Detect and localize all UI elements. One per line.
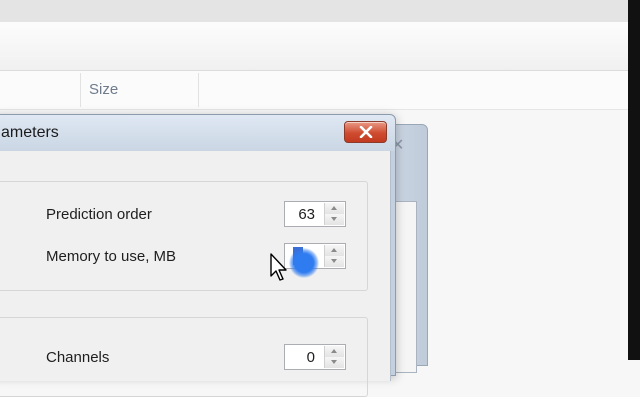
- screen-edge: [628, 0, 640, 360]
- close-icon: [359, 126, 373, 138]
- spin-down-button[interactable]: [325, 214, 344, 225]
- column-header-size[interactable]: Size: [89, 81, 118, 98]
- channels-spinner[interactable]: 0: [284, 344, 346, 370]
- explorer-toolbar: [0, 22, 640, 71]
- chevron-down-icon: [331, 217, 337, 221]
- memory-label: Memory to use, MB: [46, 248, 177, 265]
- chevron-up-icon: [331, 206, 337, 210]
- explorer-titlebar: [0, 0, 640, 22]
- column-separator[interactable]: [198, 73, 199, 107]
- spinner-buttons: [324, 245, 344, 267]
- dialog-title: ameters: [1, 124, 59, 141]
- spinner-buttons: [324, 346, 344, 368]
- prediction-order-label: Prediction order: [46, 206, 152, 223]
- dialog-client-area: Prediction order 63 Memory to use, MB Ch…: [0, 151, 391, 397]
- click-highlight: [289, 248, 319, 278]
- channels-label: Channels: [46, 349, 110, 366]
- spinner-buttons: [324, 203, 344, 225]
- spin-down-button[interactable]: [325, 256, 344, 267]
- spin-down-button[interactable]: [325, 357, 344, 368]
- mouse-cursor-icon: [270, 253, 287, 281]
- prediction-order-value[interactable]: 63: [298, 206, 315, 223]
- chevron-down-icon: [331, 259, 337, 263]
- background-dialog-panel: [395, 201, 417, 373]
- chevron-up-icon: [331, 248, 337, 252]
- chevron-up-icon: [331, 349, 337, 353]
- parameters-dialog: ameters Prediction order 63 Memory to us…: [0, 114, 396, 397]
- channels-value[interactable]: 0: [307, 349, 315, 366]
- prediction-order-spinner[interactable]: 63: [284, 201, 346, 227]
- close-button[interactable]: [344, 121, 387, 143]
- column-separator[interactable]: [80, 73, 81, 107]
- chevron-down-icon: [331, 360, 337, 364]
